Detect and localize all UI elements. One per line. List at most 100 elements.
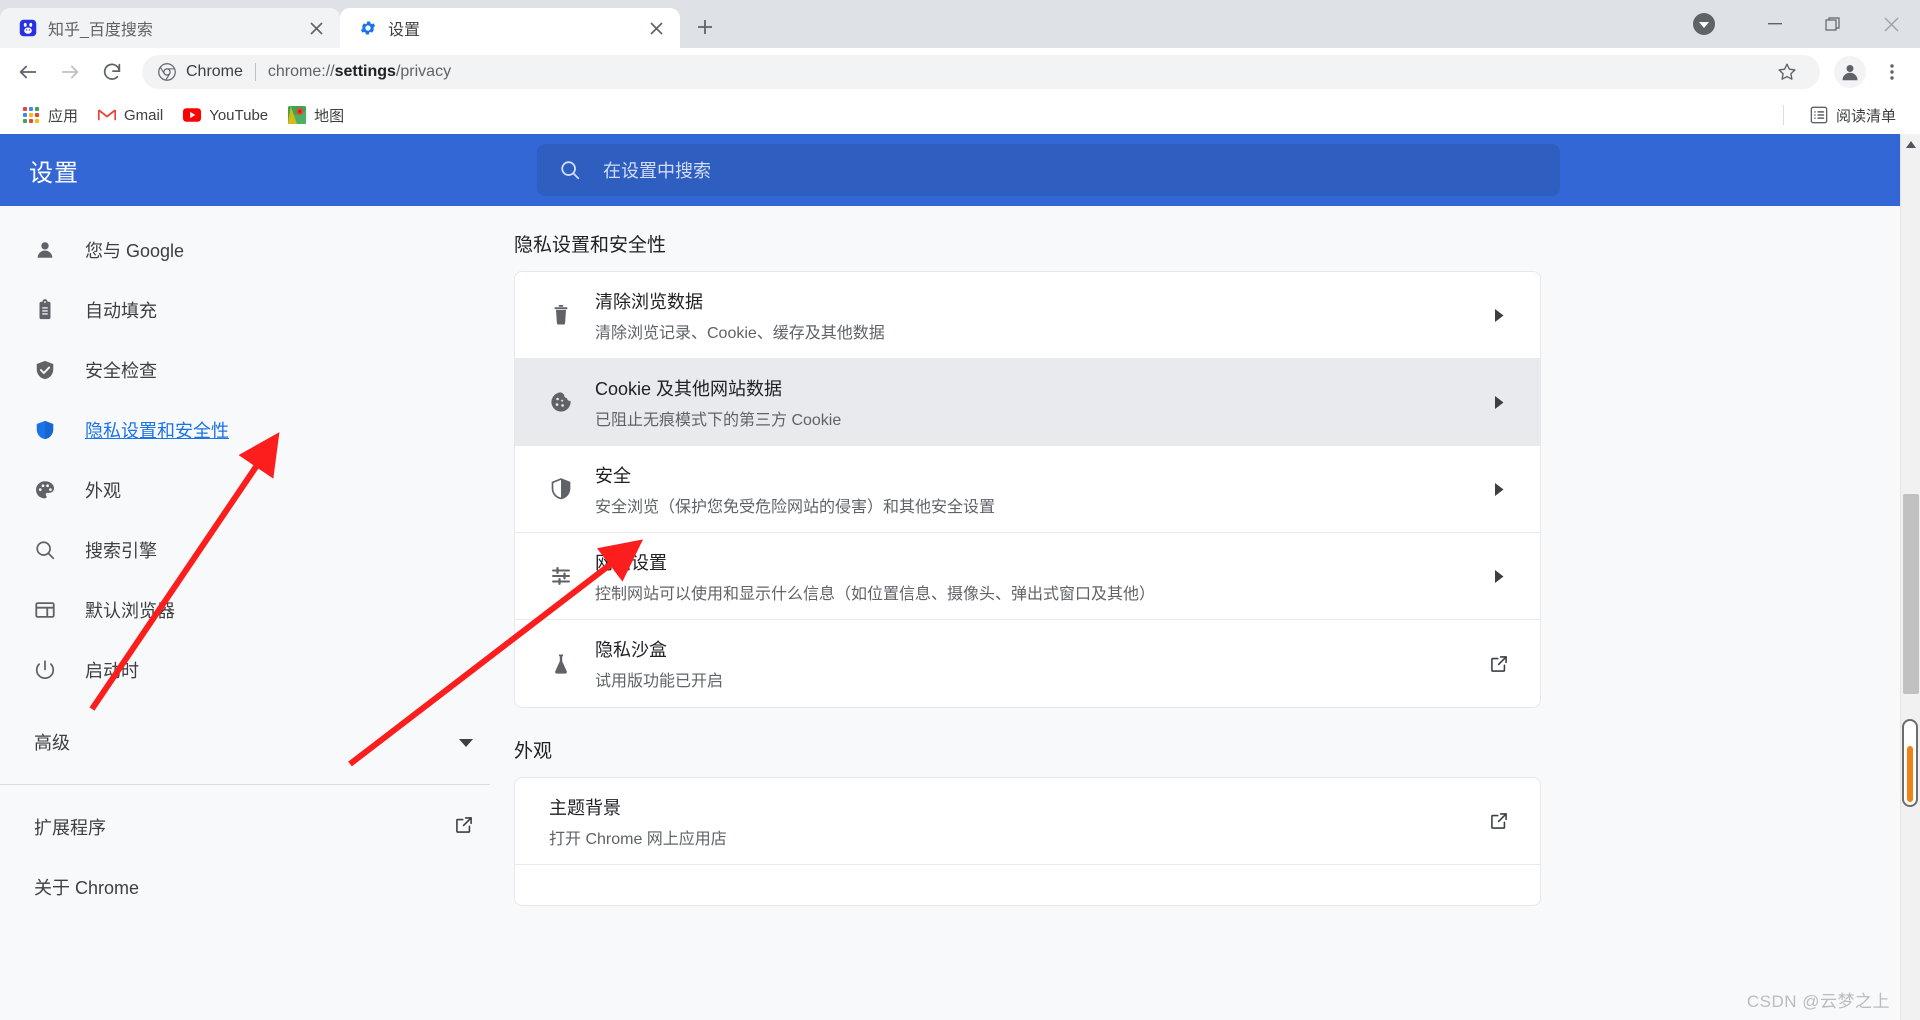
row-clear-browsing-data[interactable]: 清除浏览数据 清除浏览记录、Cookie、缓存及其他数据: [515, 272, 1540, 359]
bookmark-apps[interactable]: 应用: [12, 100, 88, 131]
sidebar-item-label: 您与 Google: [85, 241, 185, 261]
settings-content: 隐私设置和安全性 清除浏览数据 清除浏览记录、Cookie、缓存及其他数据 Co…: [514, 206, 1920, 1020]
scroll-up-arrow-icon[interactable]: [1901, 134, 1920, 154]
sidebar-item-privacy-and-security[interactable]: 隐私设置和安全性: [0, 400, 514, 460]
sidebar-item-you-and-google[interactable]: 您与 Google: [0, 220, 514, 280]
row-privacy-sandbox[interactable]: 隐私沙盒 试用版功能已开启: [515, 620, 1540, 707]
row-themes[interactable]: 主题背景 打开 Chrome 网上应用店: [515, 778, 1540, 865]
settings-sidebar: 您与 Google 自动填充 安全检查 隐私设置和安全性 外观 搜索引擎 默认浏…: [0, 206, 514, 1020]
baidu-icon: [18, 18, 38, 38]
profile-avatar[interactable]: [1834, 56, 1866, 88]
url-prefix: chrome://: [267, 63, 335, 80]
settings-search-input[interactable]: 在设置中搜索: [537, 144, 1560, 196]
url-bold: settings: [334, 63, 396, 80]
bookmark-label: Gmail: [124, 106, 164, 124]
sidebar-item-label: 扩展程序: [34, 818, 106, 838]
maximize-button[interactable]: [1804, 0, 1862, 48]
minimize-button[interactable]: [1746, 0, 1804, 48]
browser-tab-1[interactable]: 知乎_百度搜索: [0, 8, 340, 48]
close-icon[interactable]: [644, 16, 668, 40]
chevron-right-icon[interactable]: [1484, 308, 1514, 323]
sidebar-item-search-engine[interactable]: 搜索引擎: [0, 520, 514, 580]
bookmarks-bar: 应用 Gmail YouTube 地图 阅读清单: [0, 96, 1920, 134]
row-title: 隐私沙盒: [595, 640, 667, 660]
sidebar-item-safety-check[interactable]: 安全检查: [0, 340, 514, 400]
row-title: Cookie 及其他网站数据: [595, 378, 783, 399]
tab-strip: 知乎_百度搜索 设置: [0, 0, 1920, 48]
sidebar-item-advanced[interactable]: 高级: [0, 712, 514, 772]
address-bar-url: chrome://settings/privacy: [268, 63, 451, 81]
ime-indicator: [1902, 719, 1918, 807]
row-subtitle: 安全浏览（保护您免受危险网站的侵害）和其他安全设置: [595, 498, 996, 516]
bookmark-label: 地图: [314, 107, 345, 125]
chevron-right-icon[interactable]: [1484, 482, 1514, 497]
sidebar-item-default-browser[interactable]: 默认浏览器: [0, 580, 514, 640]
address-bar[interactable]: Chrome chrome://settings/privacy: [142, 55, 1820, 89]
browser-tab-title: 设置: [388, 22, 421, 39]
search-icon: [34, 539, 68, 561]
palette-icon: [34, 479, 68, 501]
settings-page: 设置 在设置中搜索 您与 Google 自动填充 安全检查 隐私设置和安全性 外…: [0, 134, 1920, 1020]
download-badge-icon[interactable]: [1692, 12, 1716, 36]
sidebar-item-on-startup[interactable]: 启动时: [0, 640, 514, 700]
external-link-icon[interactable]: [1484, 654, 1514, 674]
close-icon[interactable]: [304, 16, 328, 40]
appearance-card: 主题背景 打开 Chrome 网上应用店: [514, 777, 1541, 906]
row-title: 网站设置: [595, 552, 667, 573]
row-site-settings[interactable]: 网站设置 控制网站可以使用和显示什么信息（如位置信息、摄像头、弹出式窗口及其他）: [515, 533, 1540, 620]
sidebar-item-extensions[interactable]: 扩展程序: [0, 797, 514, 857]
url-suffix: /privacy: [395, 63, 452, 80]
sidebar-item-label: 外观: [85, 481, 121, 501]
reload-icon[interactable]: [92, 52, 132, 92]
apps-grid-icon: [22, 106, 40, 124]
watermark: CSDN @云梦之上: [1746, 992, 1890, 1011]
sidebar-item-label: 安全检查: [85, 361, 157, 381]
cookie-icon: [549, 390, 595, 414]
back-icon[interactable]: [8, 52, 48, 92]
sidebar-item-autofill[interactable]: 自动填充: [0, 280, 514, 340]
bookmark-youtube[interactable]: YouTube: [173, 101, 278, 129]
chevron-down-icon: [458, 732, 474, 753]
bookmark-label: 应用: [48, 107, 79, 125]
chevron-right-icon[interactable]: [1484, 569, 1514, 584]
reading-list-button[interactable]: 阅读清单: [1800, 100, 1906, 131]
settings-header: 设置 在设置中搜索: [0, 134, 1920, 206]
bookmarks-bar-right: 阅读清单: [1782, 100, 1906, 131]
search-icon: [561, 161, 580, 180]
maps-icon: [288, 106, 307, 124]
row-title: 主题背景: [549, 797, 621, 818]
chrome-page-chip: Chrome: [158, 63, 243, 81]
close-button[interactable]: [1862, 0, 1920, 48]
sidebar-item-label: 隐私设置和安全性: [85, 421, 229, 441]
sidebar-item-about-chrome[interactable]: 关于 Chrome: [0, 857, 514, 917]
browser-toolbar: Chrome chrome://settings/privacy: [0, 48, 1920, 96]
bookmark-star-icon[interactable]: [1770, 55, 1804, 89]
forward-icon[interactable]: [50, 52, 90, 92]
sidebar-divider: [0, 784, 490, 785]
shield-check-icon: [34, 359, 68, 381]
omnibox-divider: [254, 63, 256, 81]
new-tab-button[interactable]: [688, 10, 722, 44]
settings-search-placeholder: 在设置中搜索: [603, 161, 711, 181]
chevron-right-icon[interactable]: [1484, 395, 1514, 410]
bookmark-maps[interactable]: 地图: [278, 100, 354, 131]
row-cookies-and-site-data[interactable]: Cookie 及其他网站数据 已阻止无痕模式下的第三方 Cookie: [515, 359, 1540, 446]
row-subtitle: 控制网站可以使用和显示什么信息（如位置信息、摄像头、弹出式窗口及其他）: [595, 585, 1156, 603]
power-icon: [34, 659, 68, 681]
scrollbar-thumb[interactable]: [1903, 494, 1919, 694]
bookmark-gmail[interactable]: Gmail: [88, 101, 173, 129]
sidebar-advanced-label: 高级: [34, 733, 70, 753]
sliders-icon: [549, 564, 595, 588]
vertical-scrollbar[interactable]: [1900, 134, 1920, 1020]
external-link-icon[interactable]: [1484, 811, 1514, 831]
row-security[interactable]: 安全 安全浏览（保护您免受危险网站的侵害）和其他安全设置: [515, 446, 1540, 533]
chrome-menu-icon[interactable]: [1872, 52, 1912, 92]
sidebar-item-appearance[interactable]: 外观: [0, 460, 514, 520]
browser-tab-2[interactable]: 设置: [340, 8, 680, 48]
flask-icon: [549, 652, 595, 676]
browser-tab-title: 知乎_百度搜索: [48, 22, 153, 39]
row-partial[interactable]: [515, 865, 1540, 905]
chrome-chip-label: Chrome: [186, 63, 243, 80]
gear-icon: [358, 18, 378, 38]
privacy-card: 清除浏览数据 清除浏览记录、Cookie、缓存及其他数据 Cookie 及其他网…: [514, 271, 1541, 708]
